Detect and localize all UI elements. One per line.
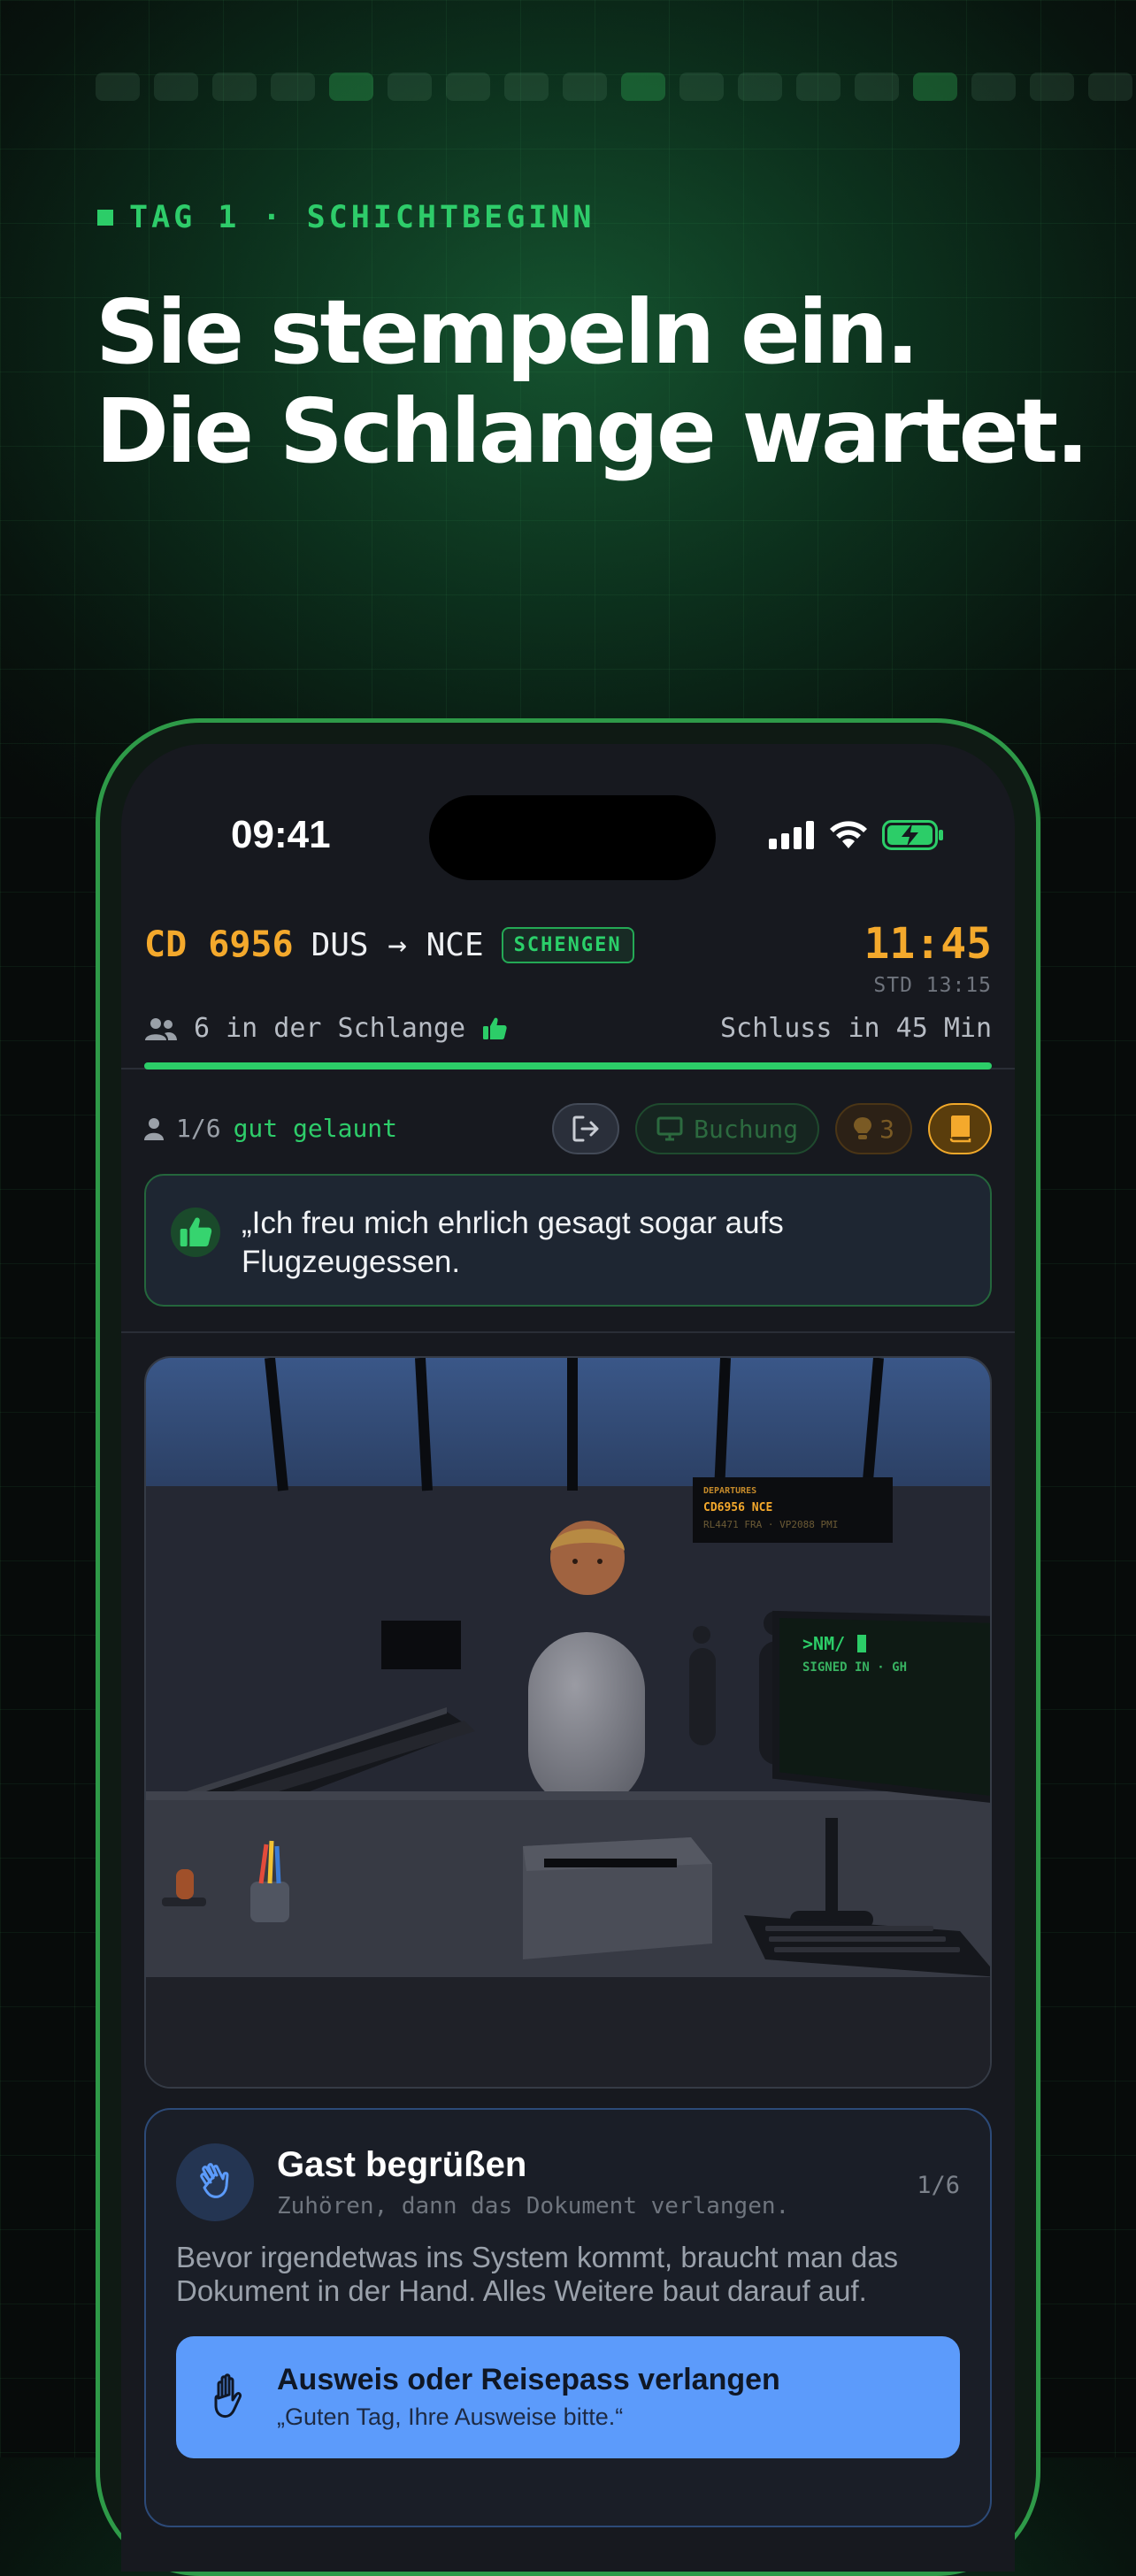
headline-line-1: Sie stempeln ein. (96, 280, 919, 384)
progress-segment (446, 73, 490, 101)
terminal-status: SIGNED IN · GH (802, 1660, 907, 1675)
progress-segment (271, 73, 315, 101)
queue-count: 6 in der Schlange (194, 1013, 466, 1044)
thumbs-up-icon (483, 1017, 507, 1039)
progress-segment (679, 73, 724, 101)
eyebrow-square-icon (97, 210, 113, 226)
task-counter: 1/6 (917, 2172, 960, 2199)
waving-hand-icon (200, 2163, 229, 2198)
action-subtitle: „Guten Tag, Ihre Ausweise bitte.“ (277, 2404, 624, 2430)
passenger-status: 1/6 gut gelaunt (144, 1114, 397, 1143)
closing-countdown: Schluss in 45 Min (719, 1013, 992, 1044)
lightbulb-icon (854, 1117, 872, 1139)
exit-button[interactable] (552, 1103, 620, 1154)
task-subtitle: Zuhören, dann das Dokument verlangen. (277, 2193, 790, 2220)
progress-segment (96, 73, 140, 101)
app-screen: 09:41 CD 6956 DUS → NCE SCHENGEN 11:45 S… (121, 744, 1015, 2572)
section-divider (121, 1331, 1015, 1333)
progress-segment (971, 73, 1016, 101)
progress-segment (563, 73, 607, 101)
board-flight: CD6956 NCE (703, 1501, 772, 1514)
progress-segment (388, 73, 432, 101)
wifi-icon (830, 821, 867, 848)
tool-buttons: Buchung 3 (552, 1103, 992, 1154)
passenger-counter: 1/6 (176, 1114, 221, 1143)
progress-segment (796, 73, 840, 101)
hints-button[interactable]: 3 (835, 1103, 912, 1154)
booking-label: Buchung (694, 1114, 799, 1144)
eyebrow-label: TAG 1 · SCHICHTBEGINN (129, 200, 595, 235)
task-description: Bevor irgendetwas ins System kommt, brau… (176, 2241, 899, 2307)
status-time: 09:41 (231, 813, 331, 856)
status-bar: 09:41 (121, 744, 1015, 894)
game-clock: 11:45 (864, 919, 993, 969)
raised-hand-icon (214, 2373, 242, 2419)
passenger-mood: gut gelaunt (233, 1114, 398, 1143)
dynamic-island (429, 795, 716, 880)
person-icon (144, 1117, 164, 1140)
desk-front (146, 1977, 990, 2087)
progress-segment (621, 73, 665, 101)
day-progress-strip (96, 73, 1132, 101)
promo-headline: Sie stempeln ein. Die Schlange wartet. (96, 280, 1089, 483)
terminal-prompt: >NM/ (802, 1633, 845, 1654)
signal-icon (769, 821, 814, 849)
book-icon (949, 1116, 971, 1143)
action-title: Ausweis oder Reisepass verlangen (277, 2363, 780, 2396)
manual-button[interactable] (928, 1103, 992, 1154)
flight-header: CD 6956 DUS → NCE SCHENGEN 11:45 STD 13:… (121, 894, 1015, 1070)
progress-segment (154, 73, 198, 101)
exit-icon (572, 1116, 599, 1142)
status-icons (769, 820, 944, 850)
progress-segment (913, 73, 957, 101)
time-remaining-fill (144, 1062, 992, 1070)
progress-segment (504, 73, 549, 101)
departures-board: DEPARTURES CD6956 NCE RL4471 FRA · VP208… (693, 1477, 893, 1543)
board-header: DEPARTURES (703, 1486, 756, 1496)
document-tray (523, 1837, 712, 1959)
battery-charging-icon (882, 820, 943, 850)
phone-frame: 09:41 CD 6956 DUS → NCE SCHENGEN 11:45 S… (96, 718, 1040, 2576)
task-title: Gast begrüßen (277, 2145, 527, 2184)
queue-status: 6 in der Schlange (144, 1013, 508, 1044)
progress-segment (212, 73, 257, 101)
counter-scene: DEPARTURES CD6956 NCE RL4471 FRA · VP208… (144, 1356, 992, 2089)
flight-route: DUS → NCE (311, 926, 484, 963)
flight-info: CD 6956 DUS → NCE SCHENGEN (144, 924, 634, 965)
flight-code: CD 6956 (144, 924, 294, 965)
time-remaining-bar (144, 1062, 992, 1070)
scheduled-departure: STD 13:15 (873, 974, 992, 997)
thumbs-up-mood-icon (171, 1208, 220, 1257)
board-other-flights: RL4471 FRA · VP2088 PMI (703, 1519, 838, 1530)
passenger-speech-bubble: „Ich freu mich ehrlich gesagt sogar aufs… (144, 1174, 992, 1307)
progress-segment (855, 73, 899, 101)
greeting-icon-badge (176, 2143, 254, 2221)
progress-segment (1030, 73, 1074, 101)
task-card: Gast begrüßen Zuhören, dann das Dokument… (144, 2108, 992, 2527)
hints-count: 3 (879, 1114, 894, 1144)
passenger-quote: „Ich freu mich ehrlich gesagt sogar aufs… (242, 1206, 784, 1279)
progress-segment (738, 73, 782, 101)
progress-segment (329, 73, 373, 101)
people-icon (145, 1017, 177, 1040)
passenger-row: 1/6 gut gelaunt Buchung 3 (144, 1103, 992, 1160)
monitor-icon (656, 1116, 683, 1141)
booking-button[interactable]: Buchung (635, 1103, 820, 1154)
schengen-badge: SCHENGEN (501, 926, 634, 963)
headline-line-2: Die Schlange wartet. (96, 380, 1089, 483)
eyebrow: TAG 1 · SCHICHTBEGINN (97, 200, 595, 235)
request-document-button[interactable]: Ausweis oder Reisepass verlangen „Guten … (176, 2336, 960, 2458)
progress-segment (1088, 73, 1132, 101)
